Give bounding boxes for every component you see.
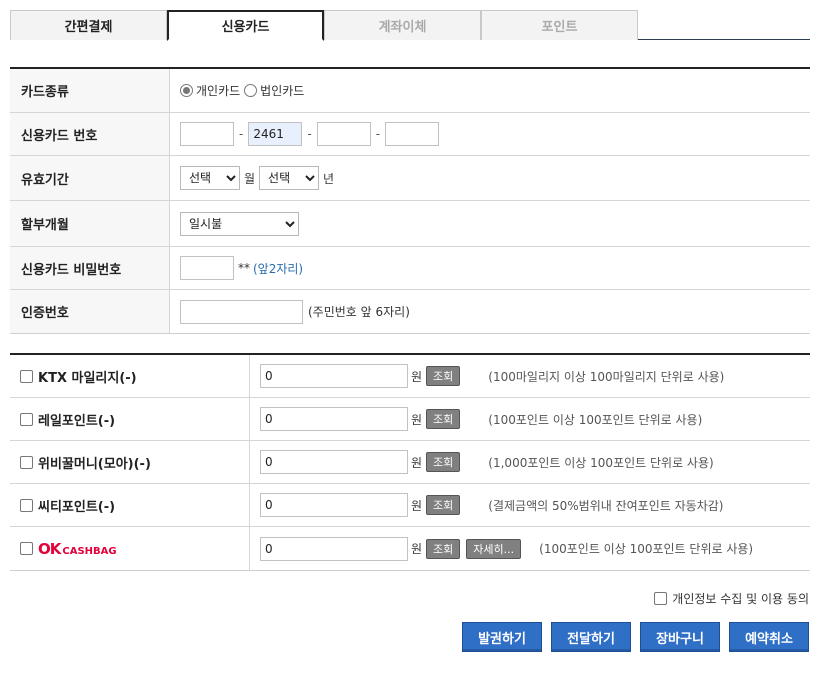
point-label: 씨티포인트(-)	[38, 499, 116, 515]
rail-point-checkbox[interactable]	[20, 412, 33, 426]
radio-unchecked-icon	[244, 84, 258, 97]
auth-label: 인증번호	[10, 290, 170, 333]
point-row: OKCASHBAG 원 조회 자세히... (100포인트 이상 100포인트 …	[10, 527, 810, 570]
card-password-field[interactable]	[180, 256, 234, 280]
installment-select[interactable]: 일시불	[180, 211, 299, 236]
installment-label: 할부개월	[10, 201, 170, 246]
action-buttons: 발권하기 전달하기 장바구니 예약취소	[462, 622, 809, 652]
point-label: KTX 마일리지(-)	[38, 370, 137, 386]
expiry-row: 유효기간 선택 월 선택 년	[10, 156, 810, 201]
ok-cashbag-lookup-button[interactable]: 조회	[426, 538, 461, 559]
citi-point-lookup-button[interactable]: 조회	[426, 495, 461, 515]
rail-point-input[interactable]	[260, 407, 408, 431]
citi-point-input[interactable]	[260, 493, 408, 517]
radio-checked-icon	[180, 84, 193, 97]
ktx-mileage-checkbox[interactable]	[20, 369, 33, 383]
card-number-field-1[interactable]	[180, 122, 234, 146]
card-number-row: 신용카드 번호 - - -	[10, 113, 810, 156]
privacy-agree-checkbox[interactable]	[654, 592, 668, 605]
expiry-label: 유효기간	[10, 156, 170, 200]
ktx-mileage-input[interactable]	[260, 364, 408, 388]
point-row: 레일포인트(-) 원 조회 (100포인트 이상 100포인트 단위로 사용)	[10, 398, 810, 441]
cancel-reservation-button[interactable]: 예약취소	[729, 622, 809, 652]
card-type-label: 카드종류	[10, 69, 170, 112]
installment-row: 할부개월 일시불	[10, 201, 810, 247]
tab-credit-card[interactable]: 신용카드	[167, 10, 324, 41]
wibee-money-checkbox[interactable]	[20, 455, 33, 469]
password-label: 신용카드 비밀번호	[10, 247, 170, 289]
card-form: 카드종류 개인카드 법인카드 신용카드 번호 - - - 유효기간 선택 월 선…	[10, 67, 810, 334]
wibee-money-input[interactable]	[260, 450, 408, 474]
privacy-agree[interactable]: 개인정보 수집 및 이용 동의	[654, 590, 809, 607]
wibee-money-lookup-button[interactable]: 조회	[426, 452, 461, 472]
cart-button[interactable]: 장바구니	[640, 622, 720, 652]
card-number-label: 신용카드 번호	[10, 113, 170, 155]
personal-card-radio[interactable]: 개인카드	[180, 82, 240, 99]
auth-row: 인증번호 (주민번호 앞 6자리)	[10, 290, 810, 333]
corporate-card-radio[interactable]: 법인카드	[244, 82, 304, 99]
point-label: 레일포인트(-)	[38, 413, 116, 429]
card-number-field-4[interactable]	[385, 122, 440, 146]
expiry-month-select[interactable]: 선택	[180, 166, 240, 190]
card-number-field-2[interactable]	[248, 122, 303, 146]
rail-point-lookup-button[interactable]: 조회	[426, 409, 461, 429]
tab-bank-transfer[interactable]: 계좌이체	[324, 10, 481, 40]
auth-number-field[interactable]	[180, 299, 303, 324]
ok-cashbag-logo: OK CASHBAG	[38, 539, 117, 558]
privacy-agree-label: 개인정보 수집 및 이용 동의	[672, 592, 809, 606]
point-row: 씨티포인트(-) 원 조회 (결제금액의 50%범위내 잔여포인트 자동차감)	[10, 484, 810, 527]
tab-point[interactable]: 포인트	[481, 10, 638, 40]
ktx-mileage-lookup-button[interactable]: 조회	[426, 366, 461, 386]
point-row: 위비꿀머니(모아)(-) 원 조회 (1,000포인트 이상 100포인트 단위…	[10, 441, 810, 484]
card-number-field-3[interactable]	[316, 122, 371, 146]
point-label: 위비꿀머니(모아)(-)	[38, 456, 151, 472]
ok-cashbag-input[interactable]	[260, 536, 408, 561]
expiry-year-select[interactable]: 선택	[259, 166, 320, 190]
issue-ticket-button[interactable]: 발권하기	[462, 622, 542, 652]
ok-cashbag-checkbox[interactable]	[20, 542, 33, 555]
tab-easy-pay[interactable]: 간편결제	[10, 10, 167, 40]
ok-cashbag-detail-button[interactable]: 자세히...	[466, 538, 522, 559]
password-row: 신용카드 비밀번호 ** (앞2자리)	[10, 247, 810, 290]
deliver-button[interactable]: 전달하기	[551, 622, 631, 652]
point-row: KTX 마일리지(-) 원 조회 (100마일리지 이상 100마일리지 단위로…	[10, 355, 810, 398]
payment-tabs: 간편결제 신용카드 계좌이체 포인트	[10, 10, 810, 41]
points-table: KTX 마일리지(-) 원 조회 (100마일리지 이상 100마일리지 단위로…	[10, 353, 810, 571]
citi-point-checkbox[interactable]	[20, 498, 33, 512]
card-type-row: 카드종류 개인카드 법인카드	[10, 69, 810, 113]
